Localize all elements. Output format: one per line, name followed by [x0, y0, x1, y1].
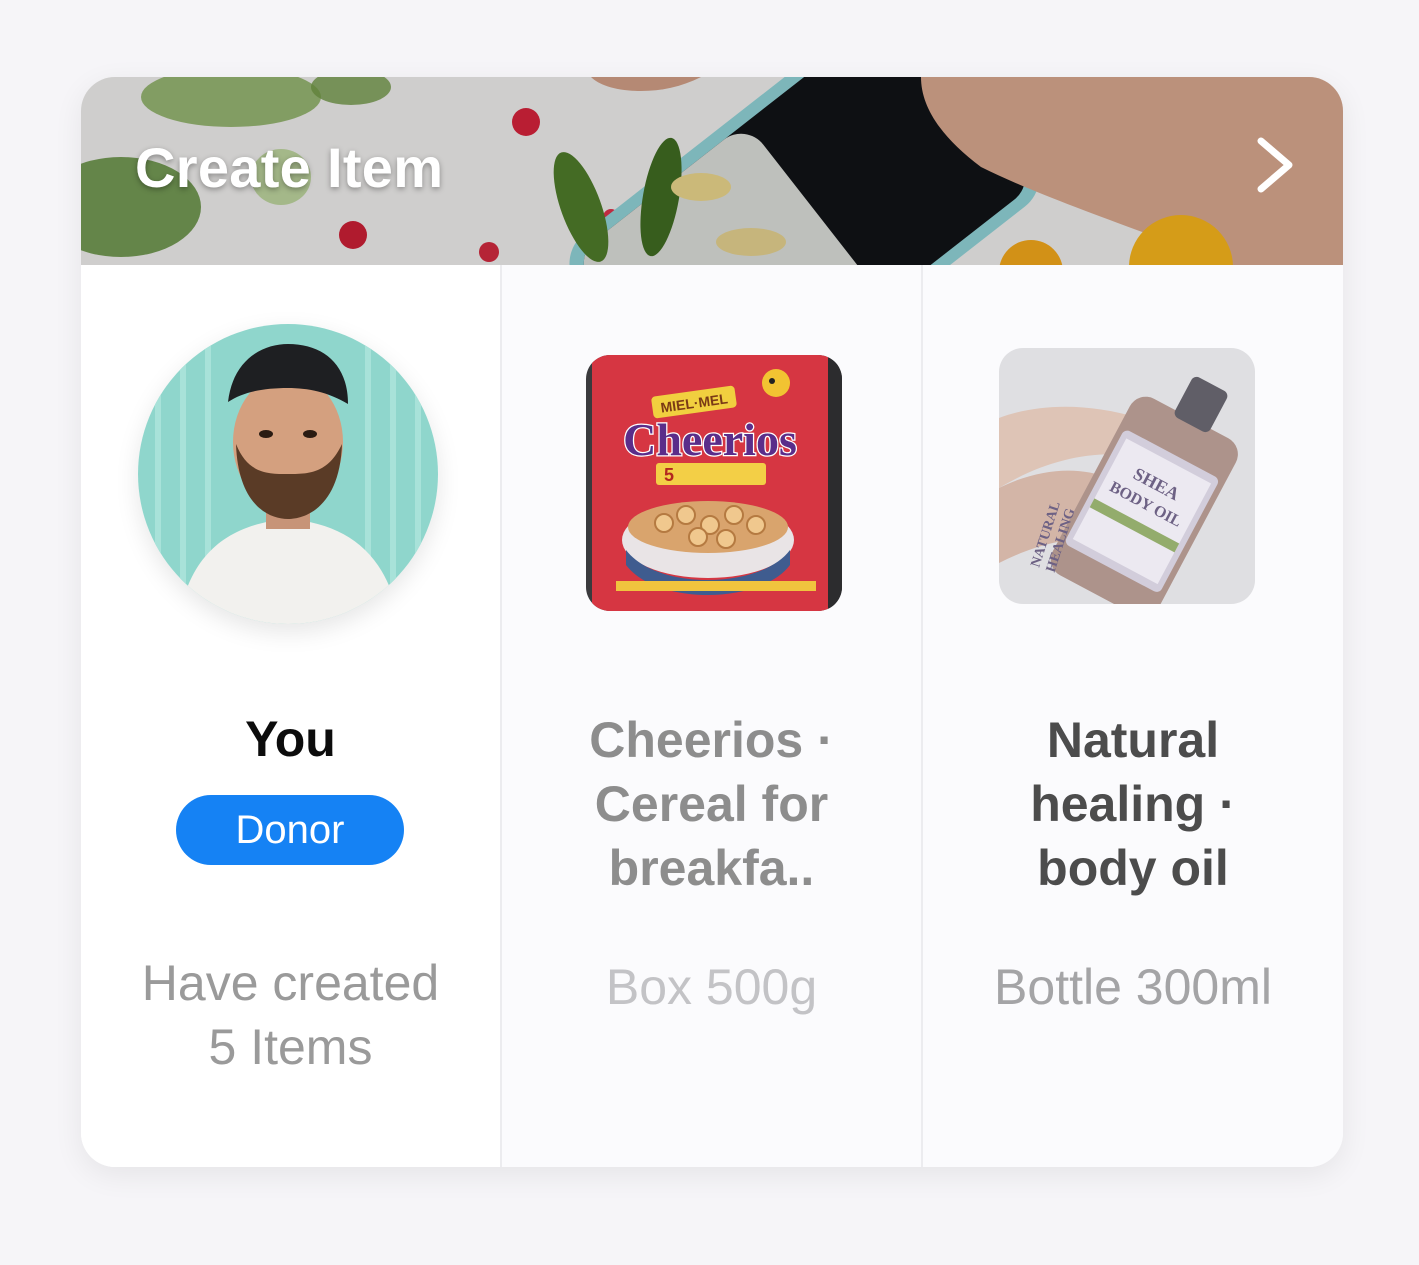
item-title-line-2: Cereal for	[594, 776, 829, 832]
header-title: Create Item	[135, 136, 444, 199]
stat-line-1: Have created	[141, 955, 440, 1011]
stat-line-2: 5 Items	[208, 1019, 373, 1075]
item-title-line-3: body oil	[1037, 840, 1229, 896]
item-title-line-2: healing ·	[1030, 776, 1236, 832]
create-item-card: Create Item You Donor Have created 5 Ite…	[81, 77, 1343, 1167]
donor-name: You	[245, 711, 336, 767]
item-title-cheerios: Cheerios · Cereal for breakfa..	[502, 708, 921, 900]
chevron-right-icon[interactable]	[1251, 135, 1301, 195]
item-title-line-1: Cheerios ·	[589, 712, 834, 768]
create-item-header[interactable]: Create Item	[81, 77, 1343, 265]
donor-column[interactable]: You Donor Have created 5 Items	[81, 265, 500, 1167]
item-image-body-oil: SHEA BODY OIL NATURAL HEALING	[999, 348, 1255, 604]
avatar	[138, 324, 438, 624]
items-created-count: Have created 5 Items	[81, 951, 500, 1079]
item-title-line-1: Natural	[1046, 712, 1220, 768]
svg-text:5: 5	[664, 465, 674, 485]
item-title-body-oil: Natural healing · body oil	[923, 708, 1343, 900]
item-card-cheerios[interactable]: MIEL·MEL Cheerios 5 Cheerios · Cereal fo…	[502, 265, 921, 1167]
item-package-body-oil: Bottle 300ml	[994, 959, 1272, 1015]
item-card-body-oil[interactable]: SHEA BODY OIL NATURAL HEALING Natural he…	[923, 265, 1343, 1167]
svg-text:Cheerios: Cheerios	[623, 414, 797, 465]
donor-badge: Donor	[176, 795, 404, 865]
item-image-cheerios: MIEL·MEL Cheerios 5	[586, 355, 842, 611]
item-title-line-3: breakfa..	[608, 840, 815, 896]
item-package-cheerios: Box 500g	[605, 959, 818, 1015]
